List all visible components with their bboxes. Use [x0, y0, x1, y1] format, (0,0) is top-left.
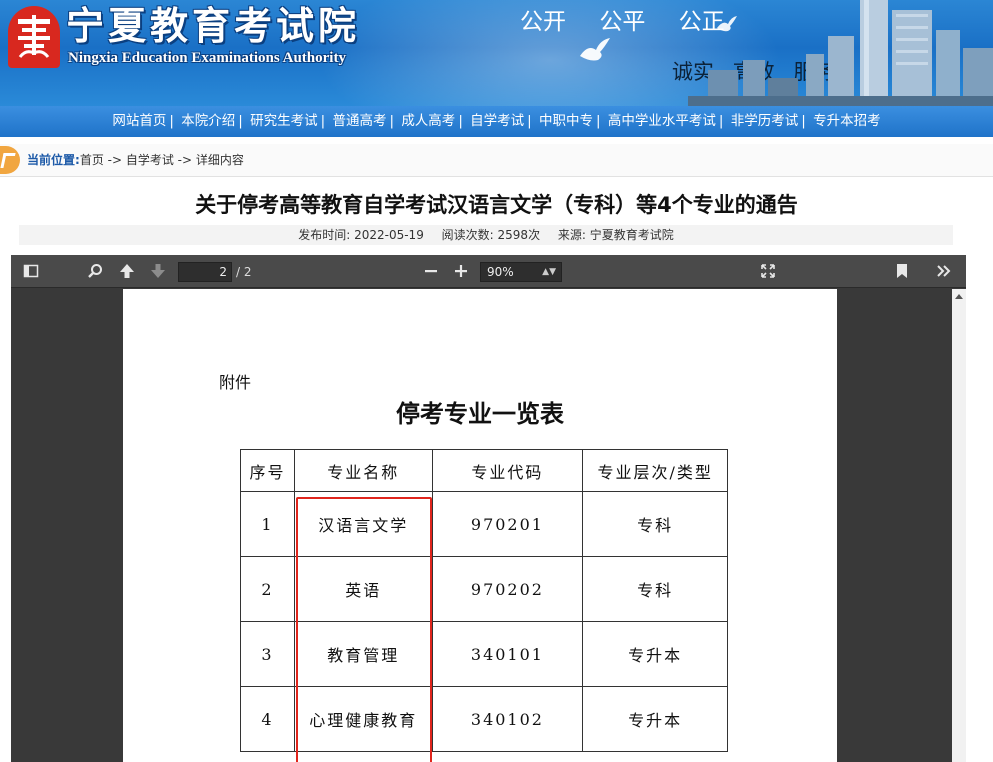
nav-item-home[interactable]: 网站首页 — [112, 113, 166, 129]
slogan-word: 公平 — [599, 9, 646, 35]
document-title: 停考专业一览表 — [396, 399, 564, 428]
pdf-canvas[interactable]: 附件 停考专业一览表 序号 专业名称 专业代码 专业层次/类型 1 汉语言文学 … — [11, 289, 952, 762]
table-cell: 970201 — [431, 491, 584, 557]
nav-separator: | — [320, 113, 326, 129]
nav-separator: | — [718, 113, 724, 129]
dove-icon — [580, 38, 610, 61]
bookmark-icon[interactable] — [896, 263, 908, 279]
sidebar-toggle-icon[interactable] — [23, 263, 39, 279]
table-cell: 4 — [240, 686, 295, 752]
column-header: 专业代码 — [431, 449, 584, 492]
table-cell: 专科 — [582, 556, 728, 622]
nav-item-about[interactable]: 本院介绍 — [181, 113, 235, 129]
nav-separator: | — [801, 113, 806, 129]
article-meta: 发布时间: 2022-05-19 阅读次数: 2598次 来源: 宁夏教育考试院 — [19, 225, 953, 245]
main-navigation: 网站首页 | 本院介绍 | 研究生考试 | 普通高考 | 成人高考 | 自学考试 | 中职中… — [0, 106, 993, 137]
nav-item-graduate-exam[interactable]: 研究生考试 — [250, 113, 318, 129]
nav-separator: | — [238, 113, 243, 129]
next-page-icon[interactable] — [150, 263, 166, 279]
table-cell: 340102 — [431, 686, 584, 752]
more-tools-icon[interactable] — [936, 263, 952, 279]
presentation-mode-icon[interactable] — [760, 263, 776, 279]
logo-emblem-icon[interactable] — [8, 6, 60, 68]
dropdown-arrows-icon: ▲▼ — [542, 267, 556, 277]
nav-item-self-study-exam[interactable]: 自学考试 — [470, 113, 524, 129]
table-cell: 340101 — [431, 621, 584, 687]
zoom-out-icon[interactable] — [424, 263, 438, 279]
nav-separator: | — [596, 113, 601, 129]
zoom-in-icon[interactable] — [454, 263, 468, 279]
attachment-label: 附件 — [219, 373, 252, 392]
article-source: 来源: 宁夏教育考试院 — [557, 228, 674, 242]
nav-item-high-school-level[interactable]: 高中学业水平考试 — [608, 113, 716, 129]
column-header: 专业名称 — [293, 449, 433, 492]
table-cell: 专升本 — [582, 686, 728, 752]
site-name-english: Ningxia Education Examinations Authority — [68, 50, 346, 66]
page-count: / 2 — [236, 265, 252, 279]
article-title: 关于停考高等教育自学考试汉语言文学（专科）等4个专业的通告 — [195, 193, 798, 217]
site-name-chinese: 宁夏教育考试院 — [66, 3, 361, 48]
slogan-word: 公开 — [520, 9, 566, 35]
table-cell: 2 — [240, 556, 295, 622]
breadcrumb-bar: 当前位置:首页 -> 自学考试 -> 详细内容 — [0, 144, 993, 177]
nav-separator: | — [389, 113, 395, 129]
table-cell: 专升本 — [582, 621, 728, 687]
nav-separator: | — [169, 113, 174, 129]
nav-item-college-entrance[interactable]: 普通高考 — [332, 113, 386, 129]
pdf-viewer: / 2 90% ▲▼ 附件 停考专业一览表 — [11, 255, 966, 762]
search-icon[interactable] — [87, 263, 103, 279]
page-number-input[interactable] — [178, 262, 232, 282]
highlight-annotation-box — [296, 497, 432, 762]
pdf-page: 附件 停考专业一览表 序号 专业名称 专业代码 专业层次/类型 1 汉语言文学 … — [123, 289, 837, 762]
table-cell: 专科 — [582, 491, 728, 557]
publish-time: 发布时间: 2022-05-19 — [298, 228, 424, 242]
breadcrumb-path[interactable]: 首页 -> 自学考试 -> 详细内容 — [80, 153, 244, 167]
table-header-row: 序号 专业名称 专业代码 专业层次/类型 — [240, 449, 728, 492]
breadcrumb: 当前位置:首页 -> 自学考试 -> 详细内容 — [27, 144, 244, 177]
nav-separator: | — [458, 113, 463, 129]
table-cell: 970202 — [431, 556, 584, 622]
pdf-scrollbar[interactable] — [952, 289, 966, 762]
city-skyline-image — [688, 0, 993, 106]
zoom-select[interactable]: 90% ▲▼ — [480, 262, 562, 282]
previous-page-icon[interactable] — [119, 263, 135, 279]
scroll-up-icon[interactable] — [955, 294, 963, 299]
table-cell: 1 — [240, 491, 295, 557]
nav-separator: | — [527, 113, 532, 129]
pdf-toolbar: / 2 90% ▲▼ — [11, 255, 966, 288]
location-marker-icon — [0, 146, 20, 174]
site-banner: 宁夏教育考试院 Ningxia Education Examinations A… — [0, 0, 993, 106]
nav-item-upgrade-exam[interactable]: 专升本招考 — [813, 113, 881, 129]
nav-item-non-degree[interactable]: 非学历考试 — [731, 113, 799, 129]
column-header: 序号 — [240, 449, 295, 492]
zoom-value: 90% — [487, 265, 514, 279]
column-header: 专业层次/类型 — [582, 449, 728, 492]
table-cell: 3 — [240, 621, 295, 687]
breadcrumb-label: 当前位置: — [27, 153, 80, 167]
view-count: 阅读次数: 2598次 — [441, 228, 541, 242]
nav-item-adult-exam[interactable]: 成人高考 — [401, 113, 455, 129]
nav-item-vocational[interactable]: 中职中专 — [539, 113, 593, 129]
